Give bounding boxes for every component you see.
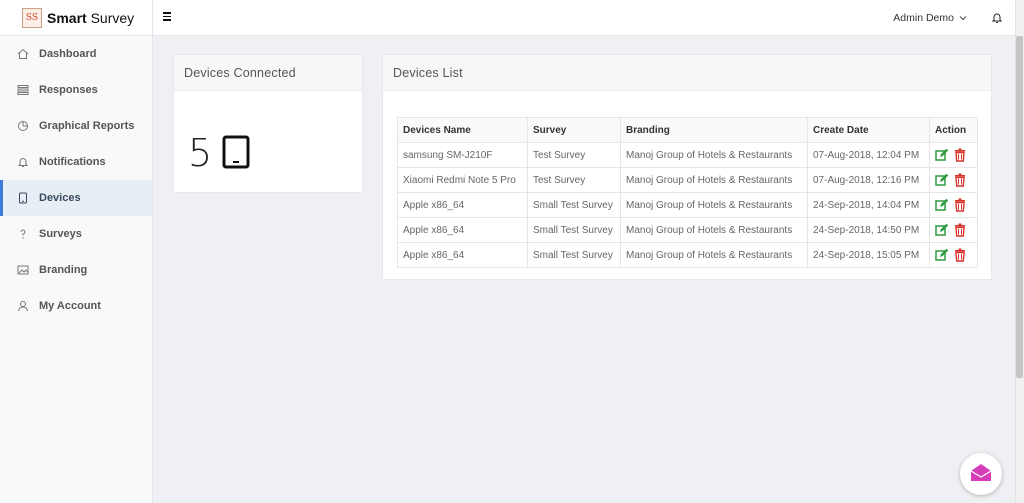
edit-icon[interactable] xyxy=(935,248,949,262)
chat-button[interactable] xyxy=(960,453,1002,495)
sidebar-item-notifications[interactable]: Notifications xyxy=(0,144,152,180)
cell-action xyxy=(929,192,978,218)
cell-action xyxy=(929,142,978,168)
delete-icon[interactable] xyxy=(953,248,967,262)
cell-branding: Manoj Group of Hotels & Restaurants xyxy=(620,167,808,193)
sidebar-item-label: My Account xyxy=(39,300,101,312)
cell-branding: Manoj Group of Hotels & Restaurants xyxy=(620,192,808,218)
devices-table: Devices Name Survey Branding Create Date… xyxy=(397,117,978,268)
topbar: Admin Demo xyxy=(153,0,1015,36)
cell-name: Xiaomi Redmi Note 5 Pro xyxy=(397,167,528,193)
sidebar-item-devices[interactable]: Devices xyxy=(0,180,152,216)
brand[interactable]: SS Smart Survey xyxy=(0,0,152,36)
column-header: Devices Name xyxy=(397,117,528,143)
table-row: Apple x86_64 Small Test Survey Manoj Group… xyxy=(397,192,978,218)
user-name: Admin Demo xyxy=(893,12,954,24)
brand-logo: SS xyxy=(22,7,42,28)
table-row: samsung SM-J210F Test Survey Manoj Group o… xyxy=(397,142,978,168)
edit-icon[interactable] xyxy=(935,148,949,162)
sidebar-item-graphical-reports[interactable]: Graphical Reports xyxy=(0,108,152,144)
user-menu[interactable]: Admin Demo xyxy=(893,12,967,24)
cell-name: Apple x86_64 xyxy=(397,192,528,218)
cell-branding: Manoj Group of Hotels & Restaurants xyxy=(620,142,808,168)
edit-icon[interactable] xyxy=(935,198,949,212)
sidebar-item-label: Responses xyxy=(39,84,98,96)
sidebar-item-label: Notifications xyxy=(39,156,106,168)
cell-date: 07-Aug-2018, 12:16 PM xyxy=(807,167,930,193)
column-header: Survey xyxy=(527,117,621,143)
table-row: Apple x86_64 Small Test Survey Manoj Group… xyxy=(397,242,978,268)
cell-survey: Test Survey xyxy=(527,167,621,193)
sidebar-nav: Dashboard Responses Graphical Reports No… xyxy=(0,36,152,324)
bell-icon xyxy=(16,156,29,169)
envelope-icon xyxy=(970,463,992,486)
cell-date: 07-Aug-2018, 12:04 PM xyxy=(807,142,930,168)
cell-branding: Manoj Group of Hotels & Restaurants xyxy=(620,217,808,243)
column-header: Create Date xyxy=(807,117,930,143)
sidebar-item-my-account[interactable]: My Account xyxy=(0,288,152,324)
cell-branding: Manoj Group of Hotels & Restaurants xyxy=(620,242,808,268)
delete-icon[interactable] xyxy=(953,198,967,212)
cell-date: 24-Sep-2018, 14:04 PM xyxy=(807,192,930,218)
user-icon xyxy=(16,300,29,313)
cell-date: 24-Sep-2018, 14:50 PM xyxy=(807,217,930,243)
delete-icon[interactable] xyxy=(953,223,967,237)
table-row: Xiaomi Redmi Note 5 Pro Test Survey Manoj … xyxy=(397,167,978,193)
cell-survey: Small Test Survey xyxy=(527,192,621,218)
brand-name: Smart Survey xyxy=(47,9,135,26)
list-icon xyxy=(16,84,29,97)
sidebar-item-label: Branding xyxy=(39,264,88,276)
chevron-down-icon xyxy=(959,14,967,23)
sidebar-item-label: Surveys xyxy=(39,228,82,240)
hamburger-menu-icon[interactable] xyxy=(163,12,171,21)
image-icon xyxy=(16,264,29,277)
pie-chart-icon xyxy=(16,120,29,133)
cell-action xyxy=(929,167,978,193)
sidebar-item-surveys[interactable]: Surveys xyxy=(0,216,152,252)
sidebar: SS Smart Survey Dashboard Responses Grap… xyxy=(0,0,153,503)
cell-action xyxy=(929,242,978,268)
devices-connected-card: Devices Connected 5 xyxy=(173,54,363,193)
sidebar-item-label: Graphical Reports xyxy=(39,120,135,132)
scrollbar-thumb[interactable] xyxy=(1016,36,1023,378)
table-row: Apple x86_64 Small Test Survey Manoj Group… xyxy=(397,217,978,243)
edit-icon[interactable] xyxy=(935,173,949,187)
card-title: Devices List xyxy=(383,55,991,91)
delete-icon[interactable] xyxy=(953,148,967,162)
cell-name: Apple x86_64 xyxy=(397,217,528,243)
cell-survey: Small Test Survey xyxy=(527,242,621,268)
cell-action xyxy=(929,217,978,243)
vertical-scrollbar[interactable] xyxy=(1015,0,1024,503)
devices-count: 5 xyxy=(188,131,213,175)
sidebar-item-label: Dashboard xyxy=(39,48,97,60)
column-header: Branding xyxy=(620,117,808,143)
tablet-icon xyxy=(222,135,250,172)
cell-date: 24-Sep-2018, 15:05 PM xyxy=(807,242,930,268)
cell-survey: Test Survey xyxy=(527,142,621,168)
cell-name: Apple x86_64 xyxy=(397,242,528,268)
notification-bell-icon[interactable] xyxy=(991,11,1003,27)
sidebar-item-dashboard[interactable]: Dashboard xyxy=(0,36,152,72)
sidebar-item-branding[interactable]: Branding xyxy=(0,252,152,288)
sidebar-item-label: Devices xyxy=(39,192,81,204)
table-header-row: Devices Name Survey Branding Create Date… xyxy=(397,117,978,143)
delete-icon[interactable] xyxy=(953,173,967,187)
home-icon xyxy=(16,48,29,61)
devices-connected-body: 5 xyxy=(174,91,362,175)
tablet-icon xyxy=(16,192,29,205)
devices-list-card: Devices List Devices Name Survey Brandin… xyxy=(382,54,992,280)
sidebar-item-responses[interactable]: Responses xyxy=(0,72,152,108)
cell-name: samsung SM-J210F xyxy=(397,142,528,168)
question-icon xyxy=(16,228,29,241)
card-title: Devices Connected xyxy=(174,55,362,91)
column-header: Action xyxy=(929,117,978,143)
cell-survey: Small Test Survey xyxy=(527,217,621,243)
edit-icon[interactable] xyxy=(935,223,949,237)
